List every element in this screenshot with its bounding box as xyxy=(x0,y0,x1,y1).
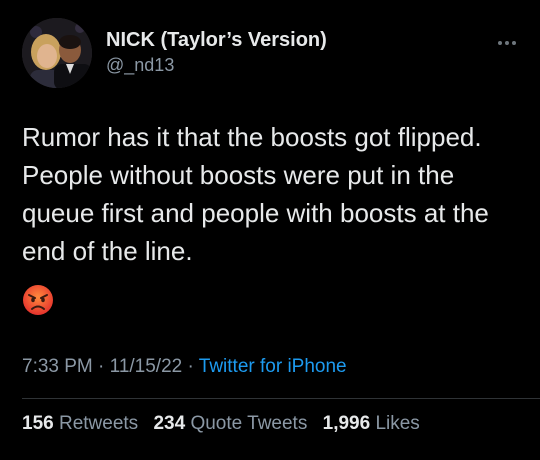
tweet-text: Rumor has it that the boosts got flipped… xyxy=(22,122,489,266)
tweet-card: NICK (Taylor’s Version) @_nd13 Rumor has… xyxy=(0,0,540,460)
more-options-icon[interactable] xyxy=(498,32,522,45)
tweet-header: NICK (Taylor’s Version) @_nd13 xyxy=(22,18,522,90)
meta-separator: · xyxy=(182,356,199,377)
tweet-source-link[interactable]: Twitter for iPhone xyxy=(199,356,347,377)
avatar[interactable] xyxy=(22,18,92,88)
retweets-stat[interactable]: 156 Retweets xyxy=(22,413,138,434)
avatar-photo-icon xyxy=(22,18,92,88)
tweet-time[interactable]: 7:33 PM xyxy=(22,356,93,377)
author-names: NICK (Taylor’s Version) @_nd13 xyxy=(106,28,327,77)
quote-tweets-stat[interactable]: 234 Quote Tweets xyxy=(153,413,307,434)
tweet-date[interactable]: 11/15/22 xyxy=(110,356,183,377)
tweet-stats: 156 Retweets 234 Quote Tweets 1,996 Like… xyxy=(22,413,430,435)
tweet-meta: 7:33 PM · 11/15/22 · Twitter for iPhone xyxy=(22,356,347,378)
author-display-name[interactable]: NICK (Taylor’s Version) xyxy=(106,28,327,52)
divider xyxy=(22,398,540,399)
likes-stat[interactable]: 1,996 Likes xyxy=(323,413,420,434)
meta-separator: · xyxy=(92,356,110,377)
angry-face-icon: 😡 xyxy=(22,284,54,316)
author-handle[interactable]: @_nd13 xyxy=(106,53,327,77)
